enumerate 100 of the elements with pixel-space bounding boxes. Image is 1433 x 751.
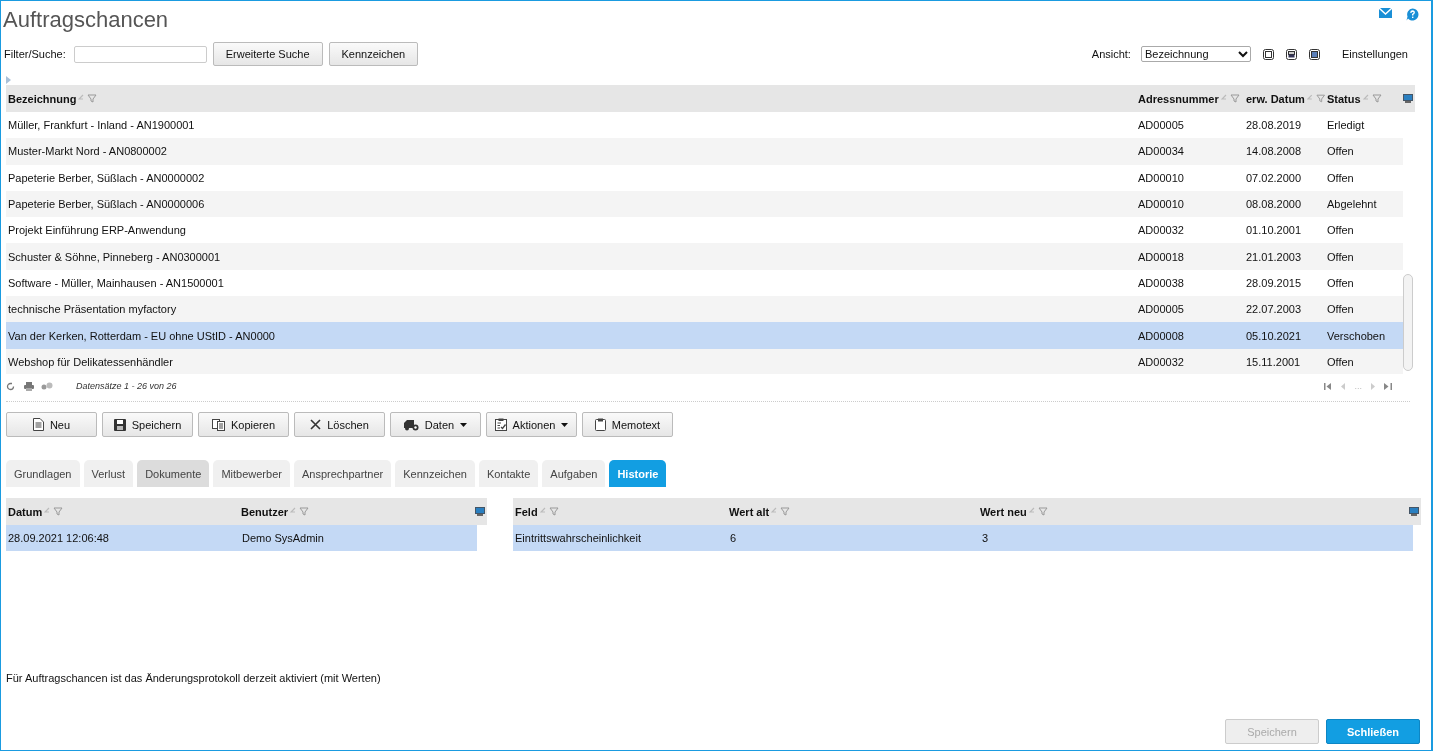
action-button[interactable]: Löschen (294, 412, 385, 437)
sort-icon[interactable] (78, 94, 86, 103)
save-icon (113, 418, 126, 431)
tab[interactable]: Kennzeichen (395, 460, 475, 487)
table-cell-text: 28.08.2019 (1245, 119, 1303, 132)
export-icon[interactable] (475, 507, 485, 516)
filter-icon[interactable] (53, 507, 64, 516)
table-row[interactable]: Papeterie Berber, Süßlach - AN0000006 AD00010 08.08.2000 Abgelehnt (6, 190, 1403, 218)
sort-icon[interactable] (1220, 94, 1228, 103)
clipboard-icon (494, 418, 507, 431)
table-cell-text: AD00005 (1137, 303, 1185, 316)
table-cell-text: AD00018 (1137, 250, 1185, 263)
previous-page-icon[interactable] (1341, 382, 1346, 390)
table-row[interactable]: Software - Müller, Mainhausen - AN1500001 AD00038 28.09.2015 Offen (6, 269, 1403, 297)
column-header[interactable]: erw. Datum (1246, 92, 1305, 105)
tab[interactable]: Grundlagen (6, 460, 80, 487)
filter-icon[interactable] (548, 507, 559, 516)
help-icon[interactable] (1406, 8, 1419, 21)
filter-icon[interactable] (87, 94, 98, 103)
tab[interactable]: Dokumente (137, 460, 210, 487)
filter-icon[interactable] (1037, 507, 1048, 516)
table-cell-text: Offen (1326, 355, 1355, 368)
tab[interactable]: Aufgaben (542, 460, 606, 487)
layout-single-icon[interactable] (1262, 48, 1274, 60)
table-cell-text: Abgelehnt (1326, 198, 1378, 211)
filter-icon[interactable] (780, 507, 791, 516)
table-cell-text: 28.09.2015 (1245, 276, 1303, 289)
settings-link[interactable]: Einstellungen (1341, 48, 1408, 60)
export-icon[interactable] (1409, 507, 1419, 516)
filter-icon[interactable] (299, 507, 310, 516)
table-cell-text: Papeterie Berber, Süßlach - AN0000002 (7, 171, 206, 184)
mail-icon[interactable] (1379, 8, 1392, 18)
table-row[interactable]: 28.09.2021 12:06:48 Demo SysAdmin (6, 525, 477, 551)
filter-field[interactable] (73, 45, 207, 63)
table-row[interactable]: technische Präsentation myfactory AD00005 22.07.2003 Offen (6, 296, 1403, 323)
last-page-icon[interactable] (1384, 382, 1392, 390)
toolbar-button[interactable]: Erweiterte Suche (212, 42, 323, 66)
view-label: Ansicht: (1091, 48, 1131, 60)
record-count: Datensätze 1 - 26 von 26 (76, 381, 177, 391)
table-row[interactable]: Papeterie Berber, Süßlach - AN0000002 AD00010 07.02.2000 Offen (6, 164, 1403, 191)
sort-icon[interactable] (1028, 507, 1036, 516)
action-button[interactable]: Aktionen (486, 412, 577, 437)
action-button[interactable]: Neu (6, 412, 97, 437)
column-header[interactable]: Feld (515, 505, 538, 518)
filter-icon[interactable] (1229, 94, 1240, 103)
sort-icon[interactable] (1306, 94, 1314, 103)
column-header[interactable]: Benutzer (241, 505, 289, 518)
filter-icon[interactable] (1315, 94, 1325, 103)
action-button[interactable]: Kopieren (198, 412, 289, 437)
table-cell-text: Eintrittswahrscheinlichkeit (514, 532, 642, 544)
tab[interactable]: Kontakte (478, 460, 539, 487)
table-cell-text: 22.07.2003 (1245, 303, 1303, 316)
print-icon[interactable] (24, 381, 34, 391)
column-header[interactable]: Status (1327, 92, 1361, 105)
table-row[interactable]: Eintrittswahrscheinlichkeit 6 3 (513, 525, 1413, 551)
table-row[interactable]: Muster-Markt Nord - AN0800002 AD00034 14.08.2008 Offen (6, 138, 1403, 165)
view-dropdown[interactable]: Bezeichnung (1140, 46, 1251, 62)
toolbar-button[interactable]: Kennzeichen (328, 42, 419, 66)
column-header[interactable]: Datum (8, 505, 43, 518)
chevron-icon (1237, 50, 1248, 58)
sort-icon[interactable] (290, 507, 298, 516)
column-header[interactable]: Adressnummer (1138, 92, 1219, 105)
table-row[interactable]: Projekt Einführung ERP-Anwendung AD00032 01.10.2001 Offen (6, 217, 1403, 244)
tab[interactable]: Ansprechpartner (293, 460, 392, 487)
table-cell-text: 28.09.2021 12:06:48 (7, 532, 110, 544)
table-row[interactable]: Müller, Frankfurt - Inland - AN1900001 AD00005 28.08.2019 Erledigt (6, 112, 1403, 139)
table-row[interactable]: Webshop für Delikatessenhändler AD00032 15.11.2001 Offen (6, 348, 1403, 374)
column-header[interactable]: Bezeichnung (8, 92, 77, 105)
table-cell-text: Projekt Einführung ERP-Anwendung (7, 224, 187, 237)
table-cell-text: AD00010 (1137, 171, 1185, 184)
action-button[interactable]: Speichern (102, 412, 193, 437)
sort-icon[interactable] (771, 507, 779, 516)
copy-icon (211, 418, 225, 431)
next-page-icon[interactable] (1371, 382, 1375, 390)
sort-icon[interactable] (1362, 94, 1370, 103)
table-cell-text: 05.10.2021 (1245, 329, 1303, 342)
layout-full-icon[interactable] (1308, 48, 1320, 60)
table-cell-text: 07.02.2000 (1245, 171, 1303, 184)
sort-icon[interactable] (539, 507, 547, 516)
refresh-icon[interactable] (6, 381, 15, 391)
sort-icon[interactable] (44, 507, 52, 516)
table-row[interactable]: Van der Kerken, Rotterdam - EU ohne UStID - AN0000 AD00008 05.10.2021 Verschoben (6, 322, 1403, 349)
table-row[interactable]: Schuster & Söhne, Pinneberg - AN0300001 AD00018 21.01.2003 Offen (6, 243, 1403, 270)
action-button[interactable]: Daten (390, 412, 481, 437)
table-cell-text: Papeterie Berber, Süßlach - AN0000006 (7, 198, 206, 211)
layout-split-icon[interactable] (1285, 48, 1297, 60)
scrollbar-thumb[interactable] (1403, 274, 1413, 371)
filter-icon[interactable] (1371, 94, 1382, 103)
caret-icon (460, 422, 468, 427)
column-header[interactable]: Wert neu (979, 505, 1027, 518)
columns-icon[interactable] (41, 382, 53, 390)
export-icon[interactable] (1403, 94, 1413, 103)
table-cell-text: 6 (729, 532, 738, 544)
tab[interactable]: Verlust (83, 460, 134, 487)
tab[interactable]: Mitbewerber (213, 460, 290, 487)
column-header[interactable]: Wert alt (729, 505, 770, 518)
action-button[interactable]: Memotext (582, 412, 673, 437)
first-page-icon[interactable] (1324, 382, 1333, 390)
table-cell-text: Offen (1326, 171, 1355, 184)
expand-icon[interactable] (6, 76, 11, 84)
